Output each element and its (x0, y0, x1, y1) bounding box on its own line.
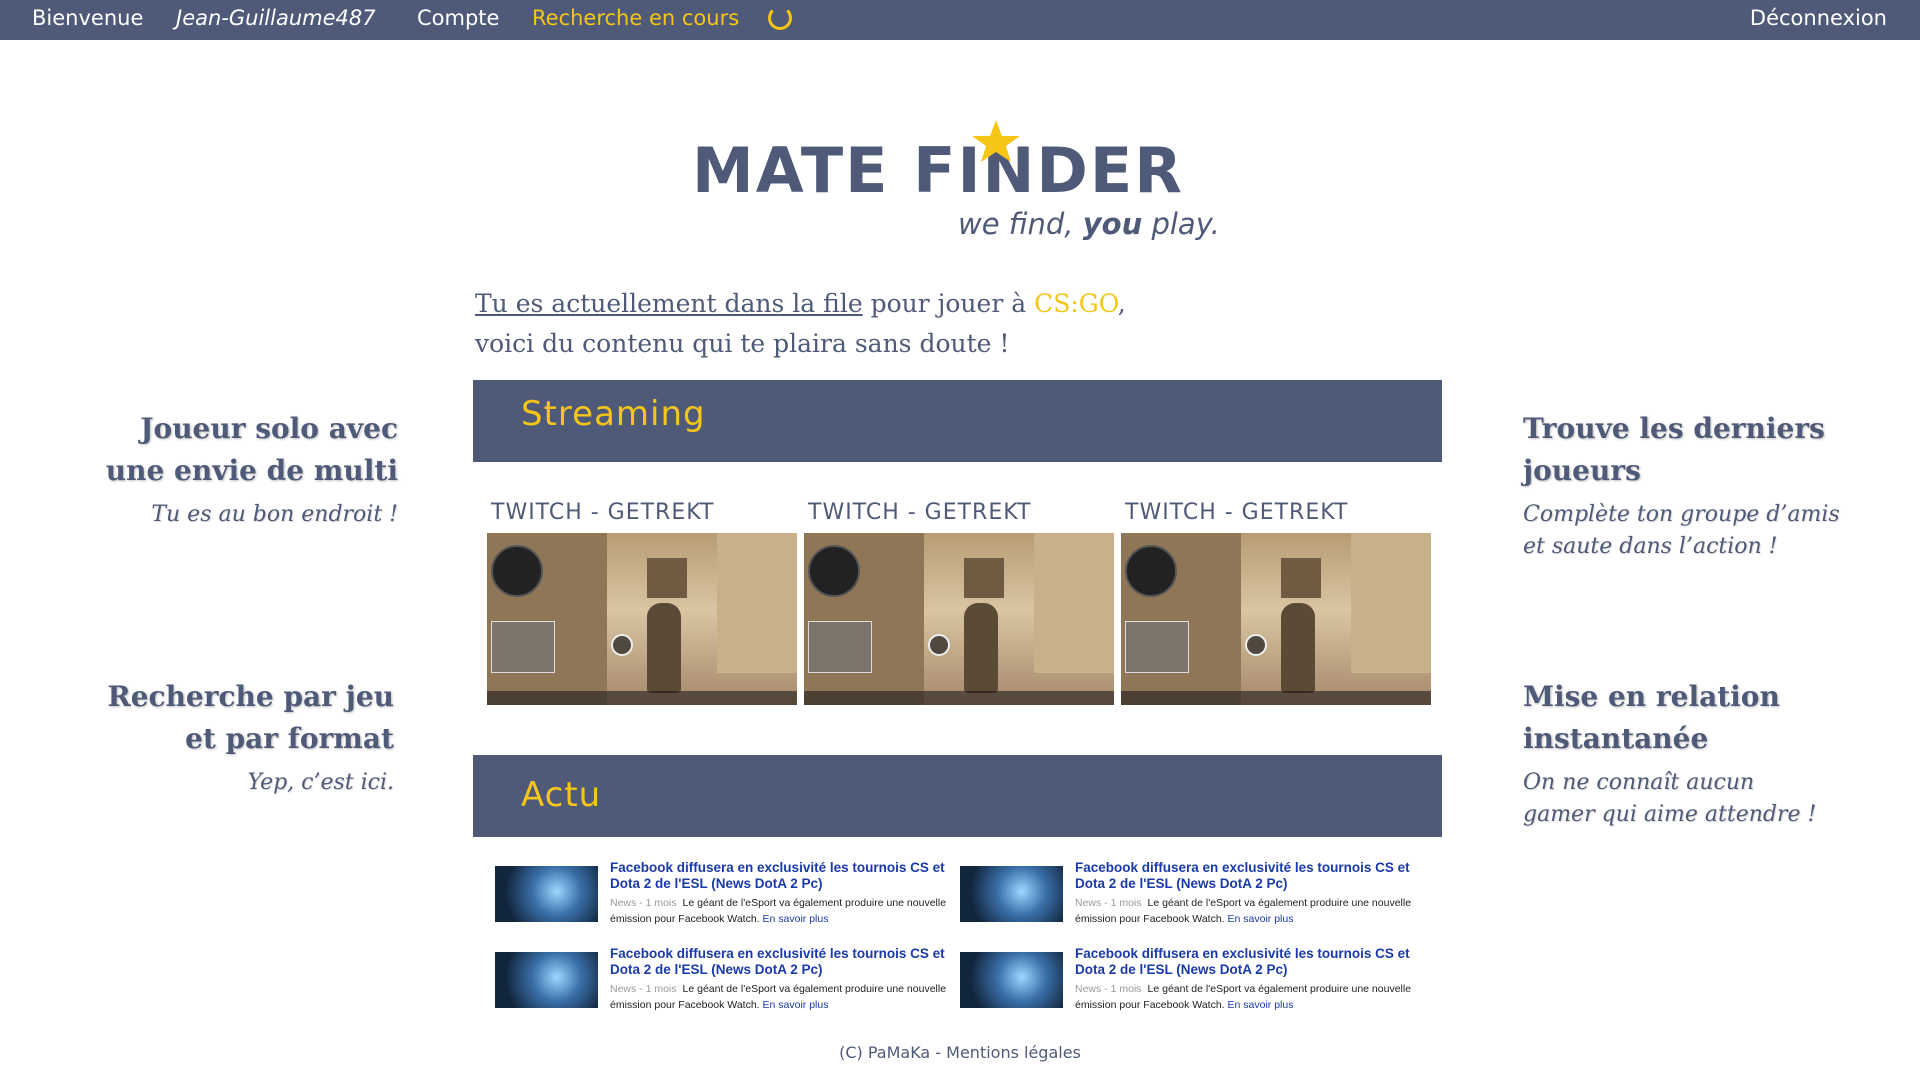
streaming-title: Streaming (521, 394, 706, 434)
game-hud (1121, 691, 1431, 705)
news-thumbnail[interactable] (495, 952, 598, 1008)
stream-title: TWITCH - GETREKT (1125, 500, 1349, 525)
scene-player (964, 603, 998, 693)
left-feature-2-subtitle: Yep, c’est ici. (247, 770, 394, 795)
logout-link[interactable]: Déconnexion (1750, 6, 1887, 30)
news-thumbnail[interactable] (960, 866, 1063, 922)
left-feature-2-title: Recherche par jeu et par format (60, 676, 394, 760)
play-icon[interactable] (1245, 634, 1267, 656)
news-summary: News - 1 mois Le géant de l'eSport va éga… (610, 981, 960, 1013)
play-icon[interactable] (928, 634, 950, 656)
scene-player (1281, 603, 1315, 693)
news-meta: News - 1 mois (1075, 983, 1142, 995)
news-summary: News - 1 mois Le géant de l'eSport va éga… (1075, 981, 1425, 1013)
game-hud (487, 691, 797, 705)
right-feature-1-subtitle: Complète ton groupe d’amis et saute dans… (1523, 499, 1903, 563)
news-headline[interactable]: Facebook diffusera en exclusivité les to… (1075, 860, 1425, 892)
webcam-overlay (808, 621, 872, 673)
news-thumbnail[interactable] (960, 952, 1063, 1008)
read-more-link[interactable]: En savoir plus (763, 999, 829, 1011)
read-more-link[interactable]: En savoir plus (1228, 913, 1294, 925)
left-feature-2-title-line2: et par format (185, 722, 394, 755)
left-feature-1-subtitle: Tu es au bon endroit ! (151, 502, 398, 527)
scene-player (647, 603, 681, 693)
right-feature-2-title-line2: instantanée (1523, 722, 1709, 755)
intro-middle-text: pour jouer à (862, 289, 1035, 318)
news-summary: News - 1 mois Le géant de l'eSport va éga… (1075, 895, 1425, 927)
news-header: Actu (473, 755, 1442, 837)
stream-title: TWITCH - GETREKT (491, 500, 715, 525)
stream-card[interactable]: TWITCH - GETREKT (804, 500, 1114, 705)
right-feature-2-subtitle: On ne connaît aucun gamer qui aime atten… (1523, 767, 1903, 831)
news-item[interactable]: Facebook diffusera en exclusivité les to… (960, 860, 1420, 940)
nav-search-status[interactable]: Recherche en cours (532, 6, 739, 30)
right-feature-2-title: Mise en relation instantanée (1523, 676, 1903, 760)
stream-thumbnail[interactable] (1121, 533, 1431, 705)
top-nav-bar: Bienvenue Jean-Guillaume487 Compte Reche… (0, 0, 1920, 40)
left-feature-1-title-line1: Joueur solo avec (140, 412, 398, 445)
intro-comma: , (1117, 289, 1126, 318)
loading-spinner-icon (768, 6, 792, 30)
read-more-link[interactable]: En savoir plus (763, 913, 829, 925)
news-meta: News - 1 mois (610, 983, 677, 995)
right-feature-1-subtitle-line1: Complète ton groupe d’amis (1523, 502, 1840, 527)
right-feature-2-subtitle-line2: gamer qui aime attendre ! (1523, 802, 1817, 827)
news-item[interactable]: Facebook diffusera en exclusivité les to… (960, 946, 1420, 1026)
news-headline[interactable]: Facebook diffusera en exclusivité les to… (1075, 946, 1425, 978)
scene-wall (1034, 533, 1114, 673)
webcam-overlay (1125, 621, 1189, 673)
stream-card[interactable]: TWITCH - GETREKT (487, 500, 797, 705)
scene-window (1281, 558, 1321, 598)
radar-icon (491, 545, 543, 597)
webcam-overlay (491, 621, 555, 673)
stream-card[interactable]: TWITCH - GETREKT (1121, 500, 1431, 705)
left-feature-1-title: Joueur solo avec une envie de multi (60, 408, 398, 492)
news-meta: News - 1 mois (610, 897, 677, 909)
right-feature-2-subtitle-line1: On ne connaît aucun (1523, 770, 1755, 795)
right-feature-1-title-line1: Trouve les derniers (1523, 412, 1825, 445)
news-title: Actu (521, 775, 602, 815)
mate-finder-logo: MATE FINDER we find, you play. (692, 120, 1220, 241)
streaming-header: Streaming (473, 380, 1442, 462)
radar-icon (808, 545, 860, 597)
news-thumbnail[interactable] (495, 866, 598, 922)
stream-title: TWITCH - GETREKT (808, 500, 1032, 525)
news-meta: News - 1 mois (1075, 897, 1142, 909)
news-item[interactable]: Facebook diffusera en exclusivité les to… (495, 946, 955, 1026)
news-item[interactable]: Facebook diffusera en exclusivité les to… (495, 860, 955, 940)
stream-thumbnail[interactable] (804, 533, 1114, 705)
left-feature-2-title-line1: Recherche par jeu (107, 680, 394, 713)
nav-home-link[interactable]: Bienvenue (32, 6, 143, 30)
read-more-link[interactable]: En savoir plus (1228, 999, 1294, 1011)
radar-icon (1125, 545, 1177, 597)
left-feature-1-title-line2: une envie de multi (105, 454, 398, 487)
queue-link[interactable]: Tu es actuellement dans la file (475, 289, 863, 318)
right-feature-1-title-line2: joueurs (1523, 454, 1641, 487)
footer-text[interactable]: (C) PaMaKa - Mentions légales (0, 1043, 1920, 1062)
news-summary: News - 1 mois Le géant de l'eSport va éga… (610, 895, 960, 927)
scene-window (647, 558, 687, 598)
intro-line2: voici du contenu qui te plaira sans dout… (475, 329, 1010, 358)
news-headline[interactable]: Facebook diffusera en exclusivité les to… (610, 860, 960, 892)
stream-thumbnail[interactable] (487, 533, 797, 705)
scene-window (964, 558, 1004, 598)
right-feature-1-title: Trouve les derniers joueurs (1523, 408, 1903, 492)
game-hud (804, 691, 1114, 705)
scene-wall (1351, 533, 1431, 673)
queue-intro: Tu es actuellement dans la file pour jou… (475, 284, 1235, 364)
logo-name: MATE FINDER (692, 134, 1184, 207)
right-feature-2-title-line1: Mise en relation (1523, 680, 1780, 713)
right-feature-1-subtitle-line2: et saute dans l’action ! (1523, 534, 1778, 559)
nav-username-link[interactable]: Jean-Guillaume487 (176, 6, 376, 30)
logo-tagline: we find, you play. (958, 207, 1220, 241)
game-name: CS:GO (1034, 289, 1118, 318)
scene-wall (717, 533, 797, 673)
news-headline[interactable]: Facebook diffusera en exclusivité les to… (610, 946, 960, 978)
play-icon[interactable] (611, 634, 633, 656)
nav-account-link[interactable]: Compte (417, 6, 499, 30)
